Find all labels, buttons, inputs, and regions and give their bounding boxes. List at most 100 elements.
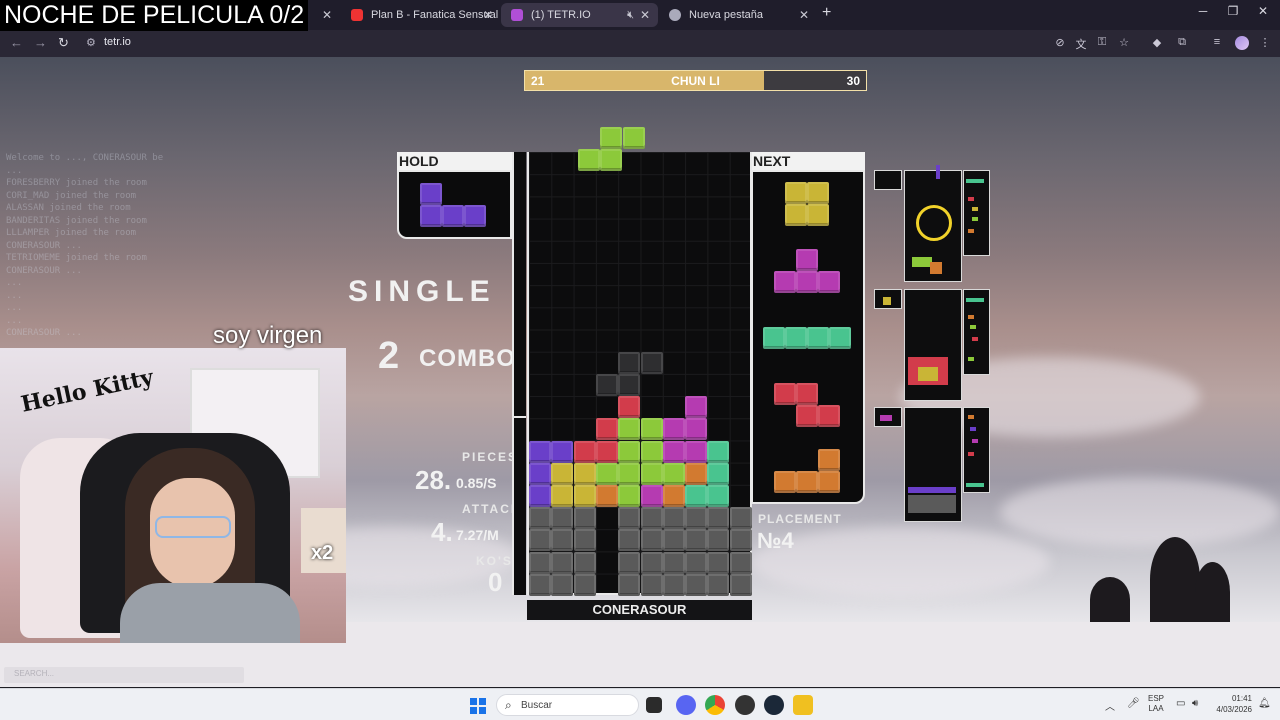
attack-rate: 7.27/M — [456, 527, 499, 543]
search-icon: ⌕ — [505, 698, 512, 712]
board-cell — [551, 573, 574, 596]
board-cell — [707, 551, 730, 574]
board-cell — [729, 573, 752, 596]
steam-icon[interactable] — [764, 695, 784, 715]
tab-new[interactable]: Nueva pestaña ✕ — [659, 3, 817, 27]
board-cell — [573, 462, 596, 485]
tab-youtube[interactable]: Plan B - Fanatica Sensual ft. Ni ✕ — [341, 3, 501, 27]
obs-icon[interactable] — [735, 695, 755, 715]
chrome-icon[interactable] — [705, 695, 725, 715]
volume-icon[interactable]: 🔊︎ — [1192, 698, 1198, 709]
background-tree — [1090, 577, 1130, 622]
reload-icon[interactable]: ↻ — [58, 35, 69, 51]
opponent-cell — [883, 297, 891, 305]
board-cell — [551, 440, 574, 463]
bookmark-star-icon[interactable]: ☆ — [1116, 36, 1132, 49]
board-cell — [707, 507, 730, 530]
discord-icon[interactable] — [676, 695, 696, 715]
mute-icon[interactable]: 🔇︎ — [627, 3, 634, 27]
layout-code: LAA — [1148, 704, 1164, 713]
close-icon[interactable]: ✕ — [799, 3, 809, 27]
site-info-icon[interactable]: ⚙ — [86, 36, 96, 49]
next-piece-cell — [807, 327, 829, 349]
media-icon[interactable]: ≡ — [1209, 36, 1225, 48]
board-cell — [662, 573, 685, 596]
forward-icon[interactable]: → — [34, 35, 47, 50]
board-cell — [573, 529, 596, 552]
restore-button[interactable]: ❐ — [1218, 4, 1248, 18]
stream-overlay-title: NOCHE DE PELICULA 0/2 — [0, 0, 309, 31]
falling-piece-cell — [600, 149, 623, 171]
attack-value: 4. — [431, 517, 453, 547]
opponent-cell — [966, 483, 984, 487]
opponent-cell — [968, 315, 974, 319]
board-cell — [618, 396, 641, 419]
microphone-icon[interactable]: 🎤︎ — [1127, 698, 1140, 709]
chat-input[interactable]: SEARCH... — [4, 667, 244, 683]
notifications-icon[interactable]: 🔔︎ — [1258, 698, 1271, 709]
board-cell — [618, 462, 641, 485]
menu-dots-icon[interactable]: ⋮ — [1257, 36, 1273, 49]
extensions-puzzle-icon[interactable]: ⧉ — [1174, 36, 1190, 49]
close-icon[interactable]: ✕ — [483, 3, 493, 27]
falling-piece-cell — [622, 127, 645, 149]
opponent-cell — [936, 165, 940, 179]
tray-chevron-icon[interactable]: ︿ — [1105, 698, 1115, 713]
next-piece-cell — [796, 383, 818, 405]
extension-diamond-icon[interactable]: ◆ — [1149, 36, 1165, 49]
chat-line: CONERASOUR ... — [6, 328, 82, 338]
ghost-cell — [618, 351, 641, 374]
versus-progress-bar: 21 CHUN LI 30 — [524, 70, 867, 91]
tab-close-button[interactable]: ✕ — [322, 8, 332, 22]
address-bar[interactable]: ⚙ tetr.io — [80, 33, 1180, 54]
opponent-cell — [968, 452, 974, 456]
board-cell — [729, 507, 752, 530]
next-piece-cell — [796, 405, 818, 427]
translate-icon[interactable]: 文 — [1073, 36, 1089, 52]
chat-line: CONERASOUR ... — [6, 265, 82, 276]
opponent-cell — [930, 262, 942, 274]
next-piece-cell — [796, 271, 818, 293]
profile-avatar[interactable] — [1235, 36, 1249, 50]
clock[interactable]: 01:41 4/03/2026 — [1212, 693, 1252, 715]
board-cell — [685, 507, 708, 530]
language-code: ESP — [1148, 694, 1165, 703]
next-piece-cell — [774, 471, 796, 493]
board-cell — [573, 573, 596, 596]
network-icon[interactable]: ▭ — [1176, 698, 1185, 709]
back-icon[interactable]: ← — [10, 35, 23, 50]
app-icon[interactable] — [793, 695, 813, 715]
board-cell — [551, 485, 574, 507]
ghost-cell — [618, 374, 641, 396]
board-cell — [685, 418, 708, 441]
next-piece-cell — [785, 182, 807, 204]
task-view-icon[interactable] — [646, 697, 662, 713]
new-tab-button[interactable]: + — [822, 4, 831, 22]
webcam-person-body — [120, 583, 300, 643]
board-cell — [729, 529, 752, 552]
pieces-value: 28. — [415, 465, 452, 495]
hold-piece-cell — [420, 183, 442, 205]
board-cell — [529, 529, 551, 552]
close-icon[interactable]: ✕ — [640, 3, 650, 27]
board-cell — [573, 440, 596, 463]
key-icon[interactable]: ⚿ — [1094, 36, 1110, 49]
tab-tetrio[interactable]: (1) TETR.IO 🔇︎ ✕ — [501, 3, 658, 27]
chat-log: Welcome to ..., CONERASOUR be ... FORESBE… — [6, 152, 163, 340]
opponent-next-3 — [963, 407, 990, 493]
opponent-cell — [918, 367, 938, 381]
kos-label: KO'S — [476, 554, 513, 568]
windows-start-icon[interactable] — [470, 698, 486, 714]
board-cell — [685, 485, 708, 507]
language-indicator[interactable]: ESP LAA — [1148, 694, 1164, 714]
minimize-button[interactable]: ─ — [1188, 4, 1218, 18]
eye-off-icon[interactable]: ⊘ — [1052, 36, 1068, 49]
board-cell — [685, 573, 708, 596]
window-close-button[interactable]: ✕ — [1248, 4, 1278, 18]
taskbar-search[interactable]: ⌕ Buscar — [496, 694, 639, 716]
next-piece-cell — [785, 327, 807, 349]
chat-line: ... — [6, 315, 23, 326]
browser-toolbar: ← → ↻ ⚙ tetr.io ⊘ 文 ⚿ ☆ ◆ ⧉ ≡ ⋮ — [0, 30, 1280, 57]
opponent-cell — [908, 495, 956, 513]
board-cell — [551, 507, 574, 530]
